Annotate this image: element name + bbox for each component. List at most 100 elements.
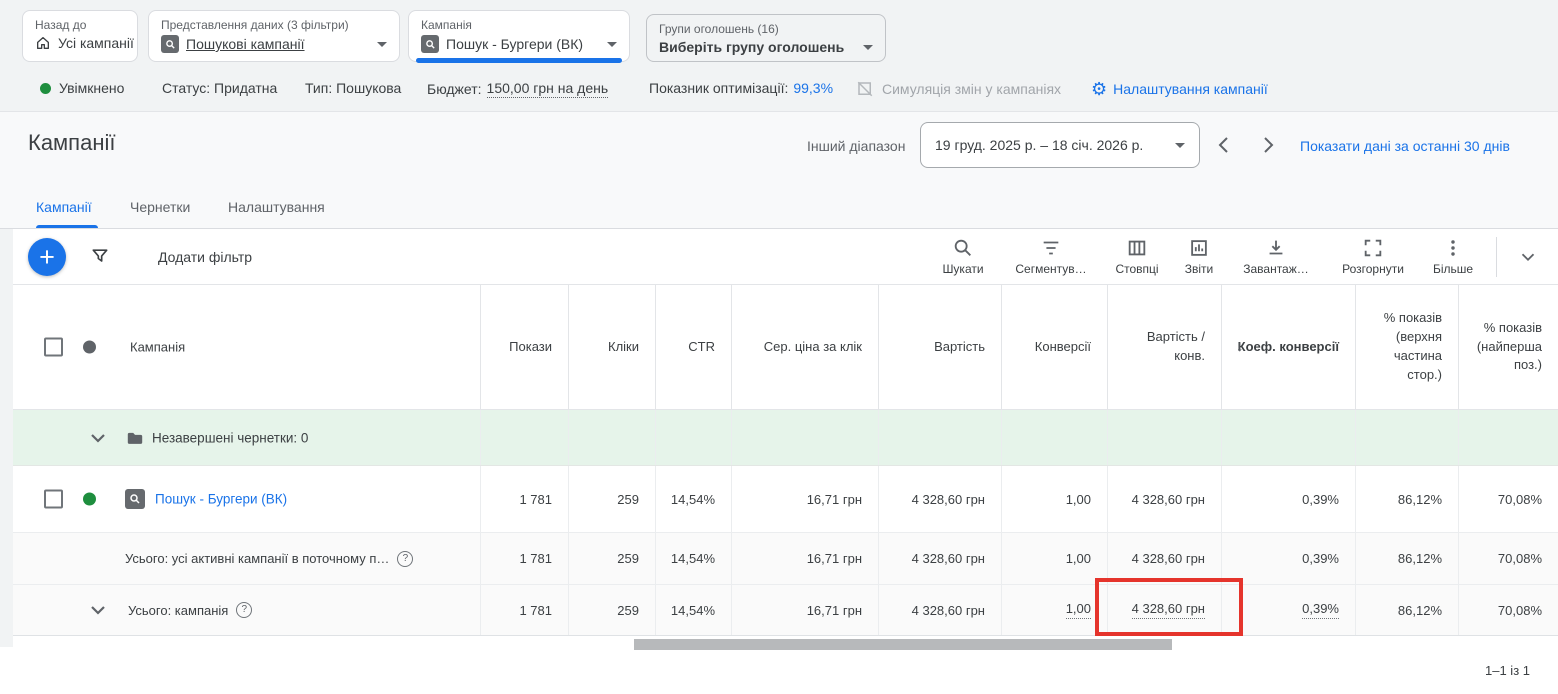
impressions-total: 1 781 <box>480 533 568 584</box>
page-title: Кампанії <box>28 130 115 156</box>
enabled-dot-icon <box>40 83 51 94</box>
col-conversions[interactable]: Конверсії <box>1001 285 1107 409</box>
back-label: Назад до <box>35 18 125 32</box>
more-dots-icon <box>1442 237 1464 259</box>
cost-total: 4 328,60 грн <box>878 533 1001 584</box>
avg-cpc-value: 16,71 грн <box>731 466 878 532</box>
impr-top-total: 86,12% <box>1355 533 1458 584</box>
table-header-row: Кампанія Покази Кліки CTR Сер. ціна за к… <box>13 285 1558 410</box>
avg-cpc-total: 16,71 грн <box>731 533 878 584</box>
add-filter-button[interactable]: Додати фільтр <box>158 229 252 285</box>
status-enabled: Увімкнено <box>40 80 124 96</box>
col-impr-top[interactable]: % показів (верхня частина стор.) <box>1355 285 1458 409</box>
add-campaign-button[interactable]: + <box>28 238 66 276</box>
col-avg-cpc[interactable]: Сер. ціна за клік <box>731 285 878 409</box>
campaign-selector[interactable]: Кампанія Пошук - Бургери (ВК) <box>408 10 630 62</box>
enabled-status-dot-icon[interactable] <box>83 493 96 506</box>
top-bar: Назад до Усі кампанії Представлення дани… <box>0 0 1558 112</box>
unfinished-drafts-row[interactable]: Незавершені чернетки: 0 <box>13 410 1558 466</box>
simulation-icon <box>856 80 874 98</box>
previous-range-button[interactable] <box>1216 136 1234 154</box>
custom-range-label: Інший діапазон <box>807 138 905 154</box>
conversions-total: 1,00 <box>1001 533 1107 584</box>
search-button[interactable]: Шукати <box>920 237 1006 276</box>
data-view-value: Пошукові кампанії <box>186 36 305 52</box>
clicks-total: 259 <box>568 585 655 635</box>
col-impressions[interactable]: Покази <box>480 285 568 409</box>
total-campaign-row: Усього: кампанія ? 1 781 259 14,54% 16,7… <box>13 585 1558 636</box>
total-active-campaigns-row: Усього: усі активні кампанії в поточному… <box>13 533 1558 585</box>
gear-icon: ⚙ <box>1091 80 1107 98</box>
cost-total: 4 328,60 грн <box>878 585 1001 635</box>
campaign-row[interactable]: Пошук - Бургери (ВК) 1 781 259 14,54% 16… <box>13 466 1558 533</box>
col-cost-per-conv[interactable]: Вартість / конв. <box>1107 285 1221 409</box>
ctr-total: 14,54% <box>655 533 731 584</box>
home-icon <box>35 35 51 51</box>
search-campaign-badge-icon <box>125 489 145 509</box>
status-budget[interactable]: Бюджет: 150,00 грн на день <box>427 80 608 98</box>
next-range-button[interactable] <box>1262 136 1280 154</box>
show-last-30-days-link[interactable]: Показати дані за останні 30 днів <box>1300 138 1510 154</box>
segment-icon <box>1040 237 1062 259</box>
avg-cpc-total: 16,71 грн <box>731 585 878 635</box>
total-campaign-label: Усього: кампанія <box>128 603 228 618</box>
expand-icon <box>1362 237 1384 259</box>
tab-drafts[interactable]: Чернетки <box>130 199 190 215</box>
active-tab-underline <box>36 225 98 228</box>
collapse-toolbar-chevron[interactable] <box>1515 246 1541 268</box>
download-button[interactable]: Завантаж… <box>1233 237 1319 276</box>
select-all-checkbox[interactable] <box>44 338 63 357</box>
back-value: Усі кампанії <box>58 35 134 51</box>
search-icon <box>952 237 974 259</box>
col-cost[interactable]: Вартість <box>878 285 1001 409</box>
campaign-selector-label: Кампанія <box>421 18 617 32</box>
data-view-selector[interactable]: Представлення даних (3 фільтри) Пошукові… <box>148 10 400 62</box>
campaign-name-link[interactable]: Пошук - Бургери (ВК) <box>155 492 287 507</box>
folder-icon <box>126 430 144 445</box>
impressions-total: 1 781 <box>480 585 568 635</box>
horizontal-scrollbar-thumb[interactable] <box>634 639 1172 650</box>
row-checkbox[interactable] <box>44 490 63 509</box>
tab-campaigns[interactable]: Кампанії <box>36 199 92 215</box>
help-icon[interactable]: ? <box>236 602 252 618</box>
back-to-all-campaigns-button[interactable]: Назад до Усі кампанії <box>22 10 138 62</box>
col-campaign[interactable]: Кампанія <box>130 340 185 355</box>
search-campaign-badge-icon <box>161 35 179 53</box>
campaign-settings-button[interactable]: ⚙ Налаштування кампанії <box>1091 80 1268 98</box>
ad-groups-selector[interactable]: Групи оголошень (16) Виберіть групу огол… <box>646 14 886 62</box>
help-icon[interactable]: ? <box>397 551 413 567</box>
tab-settings[interactable]: Налаштування <box>228 199 325 215</box>
chevron-down-icon[interactable] <box>90 433 106 443</box>
budget-label: Бюджет: <box>427 81 482 97</box>
chevron-down-icon <box>863 45 873 50</box>
ctr-value: 14,54% <box>655 466 731 532</box>
chevron-down-icon[interactable] <box>90 605 106 615</box>
reports-button[interactable]: Звіти <box>1156 237 1242 276</box>
date-range-picker[interactable]: 19 груд. 2025 р. – 18 січ. 2026 р. <box>920 122 1200 168</box>
search-campaign-badge-icon <box>421 35 439 53</box>
enabled-text: Увімкнено <box>59 80 124 96</box>
download-icon <box>1265 237 1287 259</box>
simulation-button-disabled: Симуляція змін у кампаніях <box>856 80 1061 98</box>
conversions-total[interactable]: 1,00 <box>1066 601 1091 619</box>
segment-button[interactable]: Сегментув… <box>1008 237 1094 276</box>
red-highlight-annotation <box>1095 578 1243 636</box>
col-impr-abs-top[interactable]: % показів (найперша поз.) <box>1458 285 1558 409</box>
col-ctr[interactable]: CTR <box>655 285 731 409</box>
chevron-down-icon <box>377 42 387 47</box>
status-filter-dot-icon[interactable] <box>83 341 96 354</box>
optimization-value[interactable]: 99,3% <box>793 80 833 96</box>
conv-rate-value: 0,39% <box>1221 466 1355 532</box>
conv-rate-total[interactable]: 0,39% <box>1302 601 1339 619</box>
columns-icon <box>1126 237 1148 259</box>
status-optimization-score[interactable]: Показник оптимізації: 99,3% <box>649 80 833 96</box>
expand-button[interactable]: Розгорнути <box>1330 237 1416 276</box>
filter-funnel-icon[interactable] <box>90 246 110 266</box>
col-conv-rate[interactable]: ↓ Коеф. конверсії <box>1221 285 1355 409</box>
col-clicks[interactable]: Кліки <box>568 285 655 409</box>
conv-rate-total: 0,39% <box>1221 533 1355 584</box>
ad-groups-value: Виберіть групу оголошень <box>659 39 844 55</box>
budget-value[interactable]: 150,00 грн на день <box>487 80 609 98</box>
more-button[interactable]: Більше <box>1410 237 1496 276</box>
ctr-total: 14,54% <box>655 585 731 635</box>
